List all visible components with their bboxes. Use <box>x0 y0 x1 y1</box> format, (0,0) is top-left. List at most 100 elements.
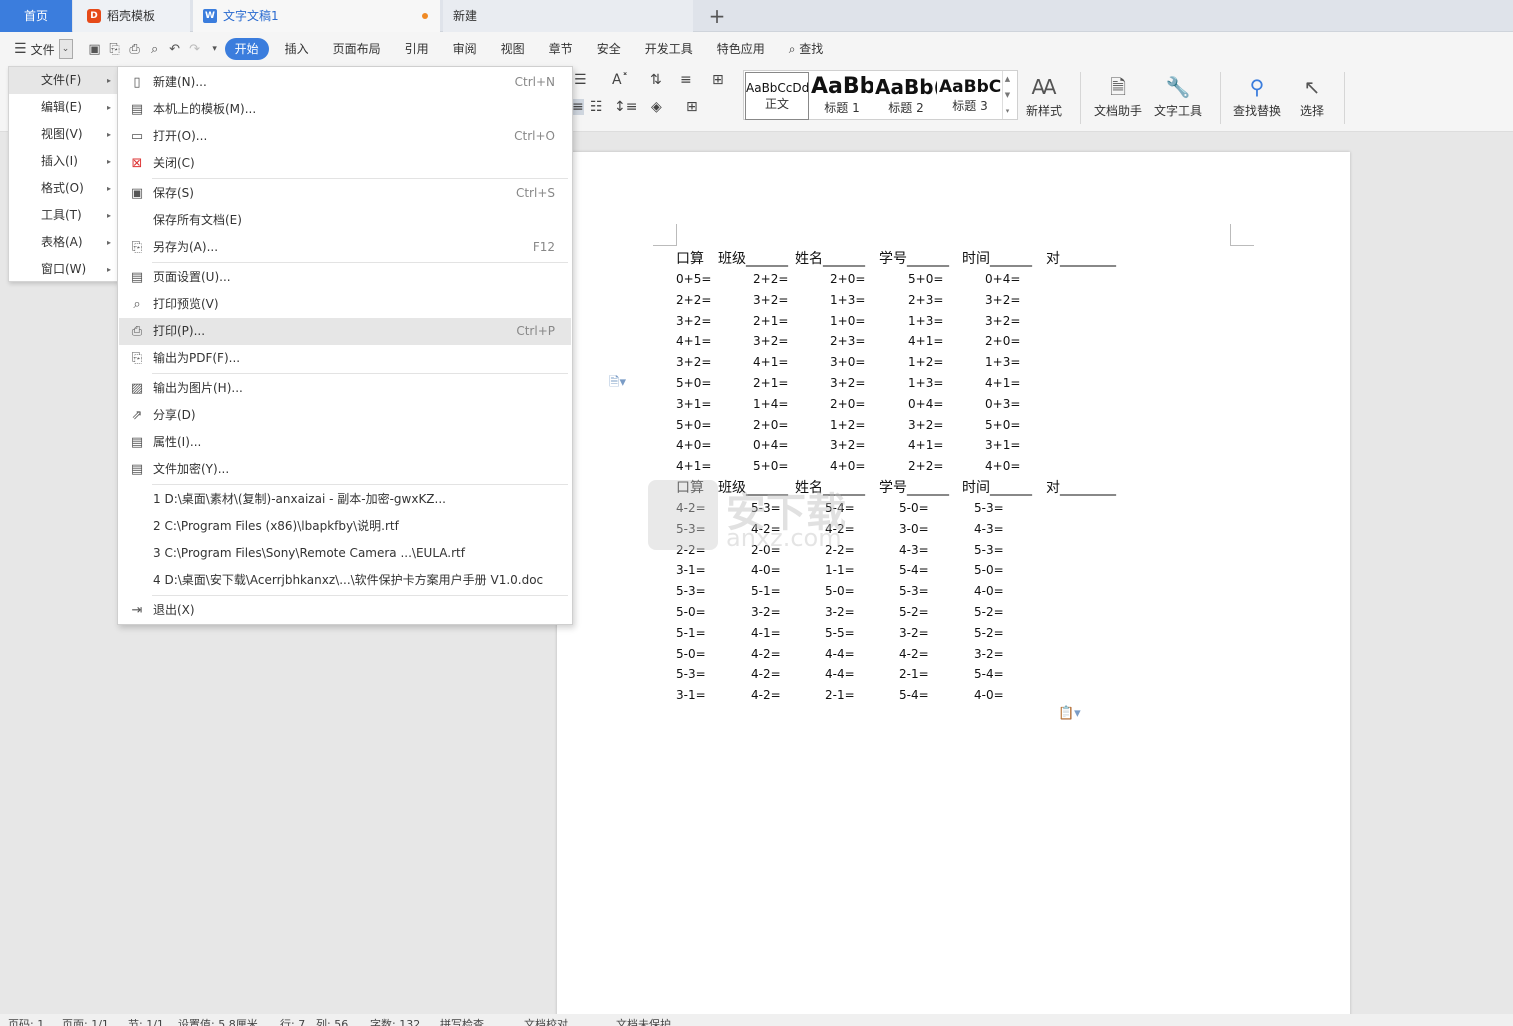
print-icon[interactable]: ⎙ <box>125 39 145 59</box>
problem-cell: 5+0= <box>676 417 712 432</box>
paragraph-layout-icon[interactable]: 🗎▾ <box>609 373 626 395</box>
tab-chapter[interactable]: 章节 <box>541 38 581 60</box>
borders-icon[interactable]: ⊞ <box>686 99 698 115</box>
problem-cell: 5-3= <box>974 501 1004 515</box>
menu-save[interactable]: ▣ 保存(S) Ctrl+S <box>119 180 571 207</box>
menu-separator <box>152 373 568 374</box>
tab-page-layout[interactable]: 页面布局 <box>325 38 389 60</box>
menu-new[interactable]: ▯ 新建(N)... Ctrl+N <box>119 69 571 96</box>
border-grid-icon[interactable]: ⊞ <box>712 72 724 88</box>
paste-options-icon[interactable]: 📋▾ <box>1058 706 1081 721</box>
save-icon[interactable]: ▣ <box>85 39 105 59</box>
image-export-icon: ▨ <box>130 381 144 396</box>
menu-separator <box>152 484 568 485</box>
menu-save-as[interactable]: ⎘ 另存为(A)... F12 <box>119 234 571 261</box>
menu-table[interactable]: 表格(A) ▸ <box>9 229 119 256</box>
menu-insert[interactable]: 插入(I) ▸ <box>9 148 119 175</box>
tab-home[interactable]: 首页 <box>0 0 72 32</box>
menu-export-pdf[interactable]: ⎘ 输出为PDF(F)... <box>119 345 571 372</box>
chevron-right-icon: ▸ <box>106 211 111 220</box>
problem-cell: 4-0= <box>974 584 1004 599</box>
tab-features[interactable]: 特色应用 <box>709 38 773 60</box>
doc-protection-status[interactable]: 文档未保护 <box>616 1016 671 1026</box>
chevron-down-icon[interactable]: ⌄ <box>58 39 73 59</box>
align-justify-icon[interactable]: ≡ <box>572 99 584 115</box>
problem-cell: 3+2= <box>676 313 712 328</box>
style-heading-3[interactable]: AaBbC( 标题 3 <box>938 71 1002 119</box>
problem-cell: 5-4= <box>899 688 929 703</box>
clear-format-icon[interactable]: A˟ <box>612 72 629 88</box>
tab-daoke-template[interactable]: D 稻壳模板 <box>73 0 190 32</box>
style-heading-2[interactable]: AaBb( 标题 2 <box>874 71 938 119</box>
tab-developer[interactable]: 开发工具 <box>637 38 701 60</box>
menu-page-setup[interactable]: ▤ 页面设置(U)... <box>119 264 571 291</box>
tab-view[interactable]: 视图 <box>493 38 533 60</box>
style-sample: AaBbC( <box>939 76 1001 97</box>
problem-cell: 5-0= <box>899 501 929 515</box>
tab-start[interactable]: 开始 <box>224 38 269 60</box>
tab-document[interactable]: W 文字文稿1 <box>193 0 440 32</box>
redo-icon[interactable]: ↷ <box>185 39 205 59</box>
find-replace-button[interactable]: ⚲ 查找替换 <box>1233 72 1281 119</box>
menu-local-templates[interactable]: ▤ 本机上的模板(M)... <box>119 96 571 123</box>
menu-file[interactable]: 文件(F) ▸ <box>9 67 119 94</box>
menu-share[interactable]: ⇗ 分享(D) <box>119 402 571 429</box>
spell-check-toggle[interactable]: 拼写检查 <box>440 1016 484 1026</box>
status-word-count[interactable]: 字数: 132 <box>370 1016 420 1026</box>
doc-proofread-toggle[interactable]: 文档校对 <box>524 1016 568 1026</box>
menu-item-label: 本机上的模板(M)... <box>153 102 257 116</box>
menu-exit[interactable]: ⇥ 退出(X) <box>119 597 571 624</box>
writer-doc-icon: W <box>203 9 217 23</box>
menu-save-all[interactable]: 保存所有文档(E) <box>119 207 571 234</box>
text-tools-button[interactable]: 🔧 文字工具 <box>1154 72 1202 119</box>
para-icon[interactable]: ≡ <box>680 72 692 88</box>
sort-icon[interactable]: ⇅ <box>650 72 662 88</box>
file-menu-button[interactable]: ☰ 文件 ⌄ <box>0 39 77 59</box>
menu-tools[interactable]: 工具(T) ▸ <box>9 202 119 229</box>
recent-file[interactable]: 3 C:\Program Files\Sony\Remote Camera ..… <box>119 540 571 567</box>
tab-insert[interactable]: 插入 <box>277 38 317 60</box>
menu-print-preview[interactable]: ⌕ 打印预览(V) <box>119 291 571 318</box>
tab-review[interactable]: 审阅 <box>445 38 485 60</box>
customize-dropdown-icon[interactable]: ▾ <box>205 39 225 59</box>
style-heading-1[interactable]: AaBb 标题 1 <box>810 71 874 119</box>
menu-properties[interactable]: ▤ 属性(I)... <box>119 429 571 456</box>
menu-open[interactable]: ▭ 打开(O)... Ctrl+O <box>119 123 571 150</box>
menu-item-label: 分享(D) <box>153 408 196 422</box>
menu-item-label: 保存(S) <box>153 186 194 200</box>
problem-cell: 3+2= <box>830 376 866 390</box>
fill-color-icon[interactable]: ◈ <box>651 99 662 115</box>
problem-cell: 4-2= <box>751 646 781 661</box>
tab-references[interactable]: 引用 <box>397 38 437 60</box>
tab-security[interactable]: 安全 <box>589 38 629 60</box>
menu-print[interactable]: ⎙ 打印(P)... Ctrl+P <box>119 318 571 345</box>
export-icon[interactable]: ⎘ <box>105 39 125 59</box>
tab-new[interactable]: 新建 <box>443 0 693 32</box>
menu-format[interactable]: 格式(O) ▸ <box>9 175 119 202</box>
recent-file[interactable]: 4 D:\桌面\安下载\Acerrjbhkanxz\...\软件保护卡方案用户手… <box>119 567 571 594</box>
recent-file[interactable]: 2 C:\Program Files (x86)\lbapkfby\说明.rtf <box>119 513 571 540</box>
menu-window[interactable]: 窗口(W) ▸ <box>9 256 119 283</box>
undo-icon[interactable]: ↶ <box>165 39 185 59</box>
menu-item-label: 输出为PDF(F)... <box>153 351 241 365</box>
decrease-indent-icon[interactable]: ☰ <box>574 72 587 88</box>
print-preview-icon[interactable]: ⌕ <box>145 39 165 59</box>
distribute-icon[interactable]: ☷ <box>590 99 603 115</box>
select-button[interactable]: ↖ 选择 <box>1300 72 1324 119</box>
search-command[interactable]: ⌕ 查找 <box>781 38 832 60</box>
styles-scroll[interactable]: ▲ ▼ ▾ <box>1002 71 1012 119</box>
menu-export-image[interactable]: ▨ 输出为图片(H)... <box>119 375 571 402</box>
menu-encrypt[interactable]: ▤ 文件加密(Y)... <box>119 456 571 483</box>
new-tab-plus-icon[interactable]: + <box>706 0 728 32</box>
menu-label: 表格(A) <box>41 235 83 249</box>
style-normal[interactable]: AaBbCcDd 正文 <box>745 72 809 120</box>
doc-helper-button[interactable]: 🗎 文档助手 <box>1094 72 1142 119</box>
line-spacing-icon[interactable]: ↕≡ <box>614 99 637 115</box>
problem-cell: 4-3= <box>899 542 929 557</box>
new-style-button[interactable]: Ꜳ 新样式 <box>1026 72 1062 119</box>
menu-close[interactable]: ⊠ 关闭(C) <box>119 150 571 177</box>
menu-view[interactable]: 视图(V) ▸ <box>9 121 119 148</box>
recent-file[interactable]: 1 D:\桌面\素材\(复制)-anxaizai - 副本-加密-gwxKZ..… <box>119 486 571 513</box>
menu-edit[interactable]: 编辑(E) ▸ <box>9 94 119 121</box>
pdf-export-icon: ⎘ <box>131 351 143 366</box>
